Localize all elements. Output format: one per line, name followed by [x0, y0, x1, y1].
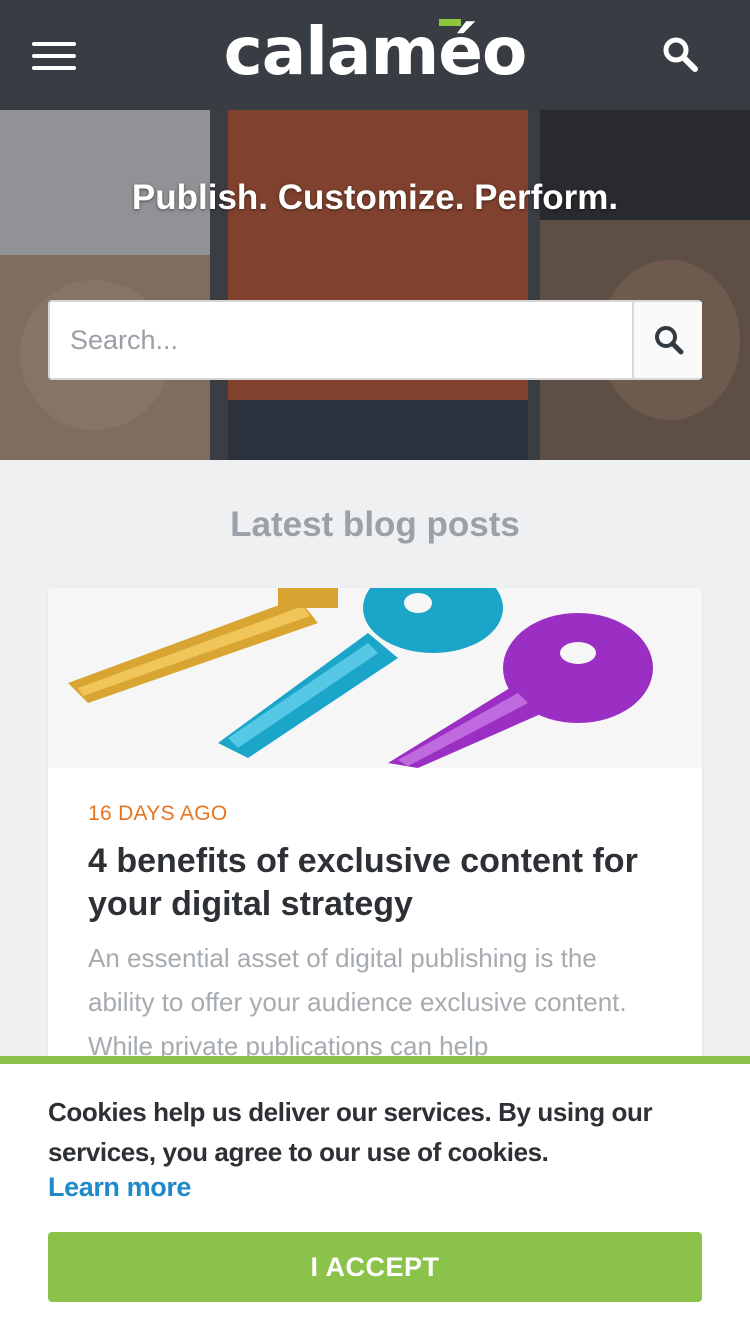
learn-more-link[interactable]: Learn more	[48, 1172, 191, 1203]
colored-keys-image[interactable]	[48, 588, 702, 768]
search-icon[interactable]	[660, 34, 700, 74]
hero-overlay	[0, 110, 750, 460]
cookie-banner: Cookies help us deliver our services. By…	[0, 1056, 750, 1334]
logo-accent-bar	[439, 19, 461, 26]
cookie-message: Cookies help us deliver our services. By…	[48, 1097, 653, 1167]
calameo-logo[interactable]: calaméo	[0, 14, 750, 90]
post-title[interactable]: 4 benefits of exclusive content for your…	[88, 840, 668, 926]
post-excerpt: An essential asset of digital publishing…	[88, 943, 627, 1061]
hero-title: Publish. Customize. Perform.	[131, 178, 619, 217]
search-submit-button[interactable]	[632, 302, 702, 378]
page: calaméo Publish. Customize. Perform. Sea…	[0, 0, 750, 1334]
post-date: 16 DAYS AGO	[88, 802, 228, 825]
hero-banner: Publish. Customize. Perform.	[0, 110, 750, 460]
accept-cookies-button[interactable]: I ACCEPT	[48, 1232, 702, 1302]
blog-post-card[interactable]: 16 DAYS AGO 4 benefits of exclusive cont…	[48, 588, 702, 1108]
search-form	[48, 300, 702, 380]
search-icon	[655, 326, 684, 355]
top-navbar: calaméo	[0, 0, 750, 110]
section-title: Latest blog posts	[230, 505, 520, 544]
search-input[interactable]	[50, 302, 632, 378]
